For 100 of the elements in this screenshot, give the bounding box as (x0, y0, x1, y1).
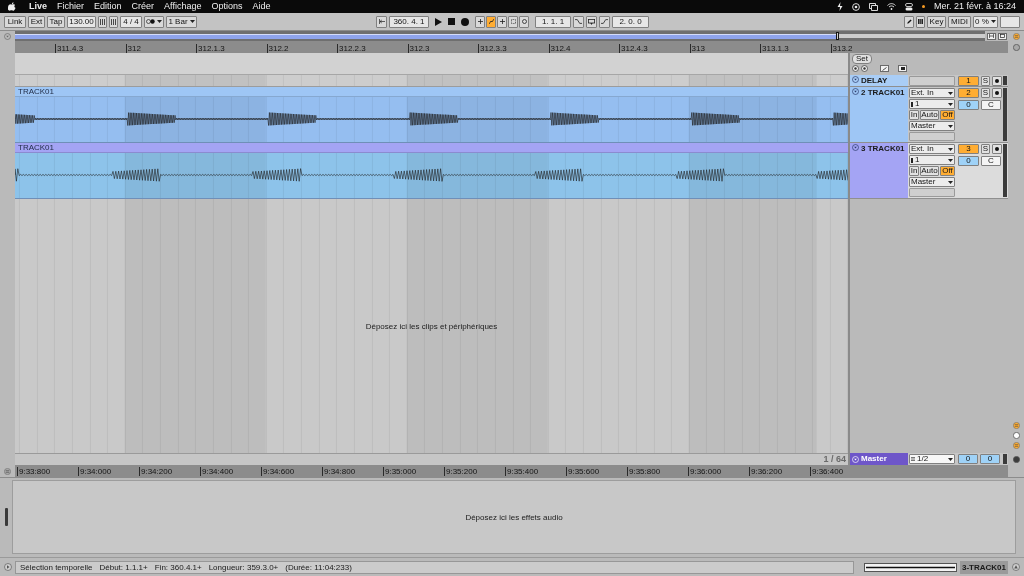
time-signature-field[interactable]: 4 / 4 (120, 15, 142, 28)
monitor-button[interactable]: Off (940, 110, 955, 120)
volume-field[interactable]: 0 (958, 454, 978, 464)
circle-dot-icon[interactable] (861, 65, 868, 72)
loop-length-field[interactable]: 2. 0. 0 (612, 15, 649, 28)
input-channel-dropdown[interactable]: 1 (909, 155, 955, 165)
fold-circle-icon[interactable] (852, 76, 859, 83)
monitor-button[interactable]: Off (940, 166, 955, 176)
quantize-dropdown[interactable]: 1 Bar (166, 15, 197, 28)
clip-name: TRACK01 (18, 87, 54, 96)
caret-icon (948, 102, 953, 106)
arm-button[interactable] (992, 144, 1002, 154)
monitor-button[interactable]: In (909, 166, 919, 176)
track-name[interactable]: 2 TRACK01 (861, 88, 905, 98)
menu-item[interactable]: Edition (94, 1, 122, 12)
slash-button[interactable] (880, 65, 889, 72)
output-dropdown[interactable]: 1/2 (909, 454, 955, 464)
caret-icon (948, 91, 953, 95)
input-type-dropdown[interactable]: Ext. In (909, 144, 955, 154)
loop-button[interactable] (586, 15, 597, 28)
solo-button[interactable]: S (981, 88, 990, 98)
track-activator-button[interactable]: 1 (958, 76, 979, 86)
square-button[interactable] (898, 65, 907, 72)
cpu-load-dropdown[interactable]: 0 % (973, 15, 998, 28)
solo-button[interactable]: S (981, 76, 990, 86)
play-icon[interactable] (435, 17, 442, 26)
capture-button[interactable] (508, 15, 518, 28)
audio-clip[interactable]: TRACK01 (15, 87, 848, 143)
follow-button[interactable] (376, 15, 387, 28)
pan-field[interactable]: C (981, 100, 1001, 110)
keyboard-map-button[interactable] (916, 15, 925, 28)
overlapping-windows-icon[interactable] (868, 2, 878, 11)
solo-button[interactable]: S (981, 144, 990, 154)
app-menu[interactable]: Live (29, 1, 47, 12)
key-map-button[interactable]: Key (927, 15, 946, 28)
menu-item[interactable]: Fichier (57, 1, 85, 12)
caret-icon (948, 180, 953, 184)
output-dropdown[interactable]: Master (909, 177, 955, 187)
play-circle-icon[interactable] (3, 563, 12, 571)
circle-icon[interactable] (1012, 432, 1020, 439)
punch-out-button[interactable] (599, 15, 610, 28)
automation-arm-button[interactable] (486, 15, 496, 28)
monitor-button[interactable]: Auto (920, 110, 939, 120)
position-field[interactable]: 360. 4. 1 (389, 15, 429, 28)
tempo-field[interactable]: 130.00 (67, 15, 96, 28)
volume-field[interactable]: 0 (958, 156, 979, 166)
menu-item[interactable]: Affichage (164, 1, 202, 12)
midi-map-button[interactable]: MIDI (948, 15, 971, 28)
loop-start-field[interactable]: 1. 1. 1 (535, 15, 571, 28)
input-type-dropdown[interactable]: Ext. In (909, 88, 955, 98)
overview-button[interactable] (997, 32, 1007, 40)
pan-field[interactable]: C (981, 156, 1001, 166)
menu-clock[interactable]: Mer. 21 févr. à 16:24 (933, 1, 1016, 12)
ext-button[interactable]: Ext (28, 15, 45, 28)
draw-mode-button[interactable] (904, 15, 914, 28)
time-ruler[interactable]: 9:33:800 9:34:000 9:34:200 9:34:400 9:34:600 9:34:800 9:35:000 9:35:200 9:35:400 9:35:600 9:35:800 9:36:000 9:36:200 9:36:400 (15, 465, 1008, 477)
set-button[interactable]: Set (852, 54, 872, 64)
monitor-button[interactable]: Auto (920, 166, 939, 176)
nudge-button[interactable] (109, 15, 118, 28)
session-record-button[interactable] (519, 15, 529, 28)
input-channel-dropdown[interactable]: 1 (909, 99, 955, 109)
link-button[interactable]: Link (4, 15, 26, 28)
nudge-button[interactable] (98, 15, 107, 28)
track-activator-button[interactable]: 3 (958, 144, 979, 154)
menu-item[interactable]: Créer (131, 1, 155, 12)
menu-item[interactable]: Options (211, 1, 243, 12)
triangle-circle-icon[interactable] (1012, 563, 1020, 571)
volume-field[interactable]: 0 (958, 100, 979, 110)
fold-circle-icon[interactable] (852, 88, 859, 95)
track-activator-button[interactable]: 2 (958, 88, 979, 98)
output-dropdown[interactable]: Master (909, 121, 955, 131)
record-icon[interactable] (461, 17, 469, 26)
metronome-dropdown[interactable] (144, 15, 164, 28)
beat-ruler[interactable]: 311.4.3 312 312.1.3 312.2 312.2.3 312.3 312.3.3 312.4 312.4.3 313 313.1.3 313.2 (15, 41, 1008, 53)
track-name[interactable]: 3 TRACK01 (861, 144, 905, 154)
audio-clip[interactable]: TRACK01 (15, 143, 848, 199)
arm-button[interactable] (992, 76, 1002, 86)
ruler-label: 9:35:600 (566, 466, 600, 476)
target-icon[interactable] (851, 2, 860, 11)
arm-button[interactable] (992, 88, 1002, 98)
wifi-icon[interactable] (886, 3, 896, 10)
add-button[interactable] (475, 15, 485, 28)
monitor-button[interactable]: In (909, 110, 919, 120)
switches-icon[interactable] (904, 2, 913, 11)
level-meter (1003, 88, 1007, 141)
volume-field[interactable]: 0 (980, 454, 1000, 464)
overview-button[interactable] (986, 32, 996, 40)
track-name[interactable]: Master (861, 454, 887, 464)
arrangement-overview[interactable] (15, 31, 985, 41)
bolt-icon[interactable] (836, 2, 843, 11)
circle-dot-icon[interactable] (852, 65, 859, 72)
add-button[interactable] (497, 15, 507, 28)
grip-icon[interactable] (4, 508, 8, 526)
step-curve-icon (575, 19, 582, 24)
tap-button[interactable]: Tap (47, 15, 65, 28)
track-name[interactable]: DELAY (861, 76, 888, 86)
menu-item[interactable]: Aide (252, 1, 271, 12)
arrow-to-line-icon (378, 19, 385, 24)
circle-icon[interactable] (1012, 455, 1020, 463)
punch-in-button[interactable] (573, 15, 584, 28)
